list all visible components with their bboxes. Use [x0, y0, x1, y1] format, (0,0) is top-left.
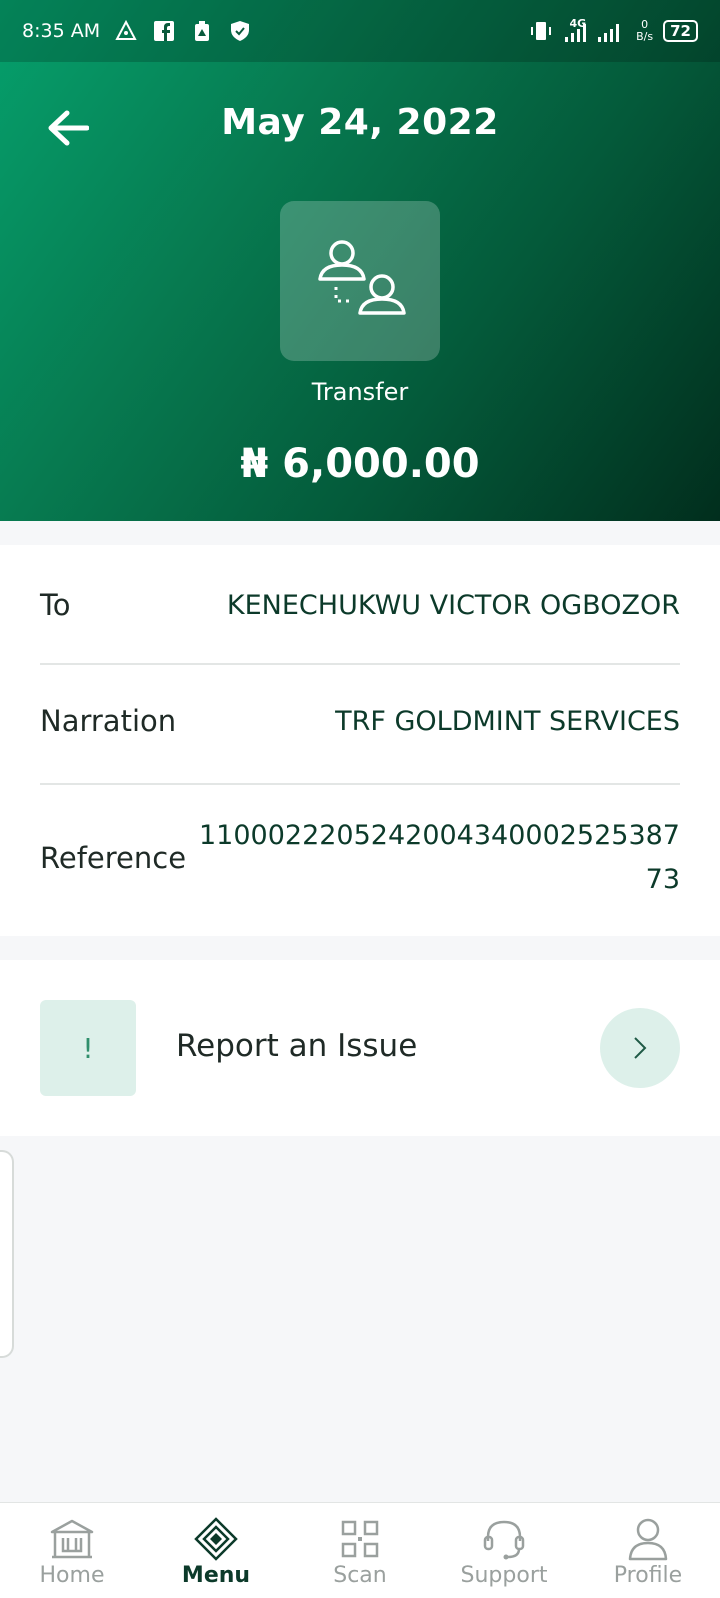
- nav-profile[interactable]: Profile: [576, 1503, 720, 1598]
- report-issue-row[interactable]: ! Report an Issue: [0, 960, 720, 1136]
- bottom-navigation: Home Menu Scan Support Profile: [0, 1502, 720, 1598]
- net-speed: 0 B/s: [636, 19, 653, 43]
- menu-icon: [192, 1517, 240, 1561]
- nav-menu[interactable]: Menu: [144, 1503, 288, 1598]
- nav-label: Home: [39, 1563, 105, 1588]
- reference-line-2: 73: [645, 864, 680, 895]
- nav-label: Support: [460, 1563, 548, 1588]
- detail-value: KENECHUKWU VICTOR OGBOZOR: [226, 589, 680, 621]
- detail-label: To: [40, 588, 71, 622]
- side-drawer-handle[interactable]: [0, 1150, 14, 1358]
- nav-home[interactable]: Home: [0, 1503, 144, 1598]
- qr-scan-icon: [336, 1517, 384, 1561]
- battery-indicator: 72: [663, 20, 698, 42]
- transaction-type-label: Transfer: [311, 378, 409, 406]
- nav-scan[interactable]: Scan: [288, 1503, 432, 1598]
- detail-row-to: To KENECHUKWU VICTOR OGBOZOR: [40, 577, 680, 633]
- nav-label: Menu: [181, 1563, 251, 1588]
- transaction-header: 8:35 AM 4G 0 B/s 72 May 24, 2022 Transfe…: [0, 0, 720, 521]
- detail-label: Reference: [40, 841, 187, 875]
- nav-label: Scan: [333, 1563, 387, 1588]
- divider: [40, 663, 680, 665]
- cleaner-icon: [190, 19, 214, 43]
- transaction-details: To KENECHUKWU VICTOR OGBOZOR Narration T…: [0, 545, 720, 936]
- report-issue-label: Report an Issue: [176, 1028, 418, 1064]
- headset-icon: [480, 1517, 528, 1561]
- page-title: May 24, 2022: [221, 102, 499, 143]
- facebook-icon: [152, 19, 176, 43]
- net-speed-unit: B/s: [636, 30, 654, 43]
- transfer-users-icon: [318, 240, 406, 315]
- navigation-icon: [114, 19, 138, 43]
- reference-line-1: 1100022205242004340002525387: [199, 820, 680, 851]
- user-icon: [624, 1517, 672, 1561]
- detail-value: TRF GOLDMINT SERVICES: [335, 705, 680, 737]
- nav-support[interactable]: Support: [432, 1503, 576, 1598]
- transaction-type-badge: [280, 201, 440, 361]
- divider: [40, 783, 680, 785]
- detail-row-narration: Narration TRF GOLDMINT SERVICES: [40, 693, 680, 749]
- status-time: 8:35 AM: [22, 20, 101, 42]
- transaction-amount: ₦ 6,000.00: [240, 441, 480, 487]
- report-issue-button[interactable]: [600, 1008, 680, 1088]
- shield-icon: [228, 19, 252, 43]
- status-bar: 8:35 AM 4G 0 B/s 72: [0, 0, 720, 62]
- alert-icon: !: [40, 1000, 136, 1096]
- chevron-right-icon: [634, 1037, 647, 1059]
- detail-row-reference: Reference 1100022205242004340002525387 7…: [40, 813, 680, 903]
- signal-secondary-icon: [596, 19, 626, 43]
- vibrate-icon: [529, 19, 553, 43]
- home-icon: [48, 1517, 96, 1561]
- detail-value: 1100022205242004340002525387 73: [199, 814, 680, 902]
- nav-label: Profile: [613, 1563, 683, 1588]
- network-type: 4G: [569, 16, 587, 30]
- detail-label: Narration: [40, 704, 177, 738]
